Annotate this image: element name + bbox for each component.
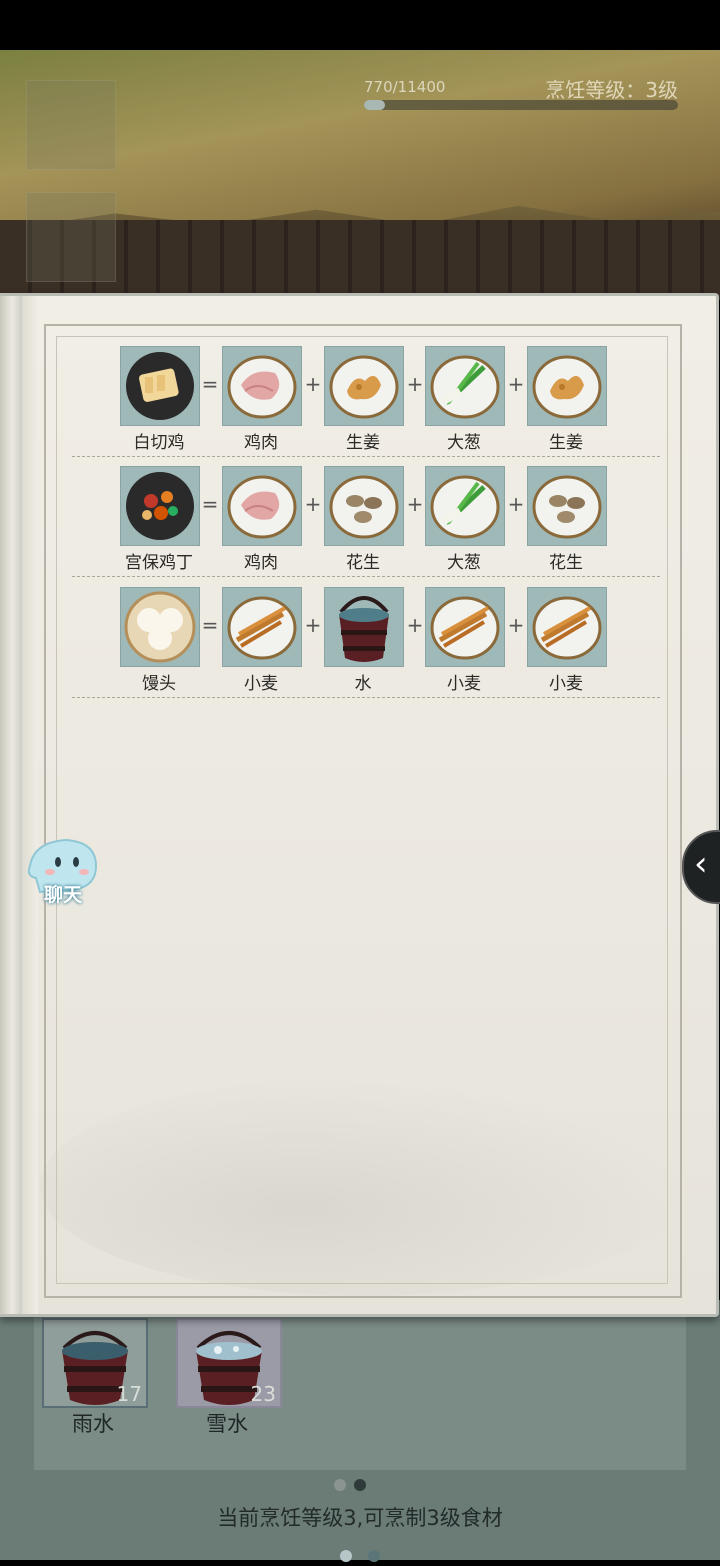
scallion-icon [430, 475, 500, 539]
ingredient-slot[interactable] [425, 466, 505, 546]
inventory-pager [330, 1476, 370, 1495]
plus-sign: + [304, 372, 322, 396]
plus-sign: + [507, 613, 525, 637]
ingredient-slot[interactable] [527, 346, 607, 426]
ingredient-label: 生姜 [346, 433, 380, 453]
recipe-book: 白切鸡 = 鸡肉 + 生姜 + 大葱 + 生姜宫保鸡丁 = 鸡肉 + 花生 + 大葱 + 花生馒头 = 小麦 + 水 + 小… [0, 293, 719, 1562]
dish-slot[interactable] [120, 346, 200, 426]
equals-sign: = [201, 613, 219, 637]
recipe-row: 宫保鸡丁 = 鸡肉 + 花生 + 大葱 + 花生 [72, 456, 660, 577]
chevron-left-icon: ‹ [694, 844, 708, 884]
ingredient-label: 小麦 [244, 674, 278, 694]
ingredient-slot[interactable] [324, 346, 404, 426]
dish-slot[interactable] [120, 587, 200, 667]
ingredient-slot[interactable] [425, 587, 505, 667]
inventory-item-rain-water[interactable]: 17 [42, 1318, 148, 1408]
ingredient-slot[interactable] [425, 346, 505, 426]
ingredient-label: 花生 [549, 553, 583, 573]
equals-sign: = [201, 372, 219, 396]
ingredient-label: 小麦 [549, 674, 583, 694]
ingredient-label: 花生 [346, 553, 380, 573]
dish-label: 宫保鸡丁 [125, 553, 193, 573]
inventory-page-dot-1[interactable] [334, 1479, 346, 1491]
ingredient-slot[interactable] [527, 466, 607, 546]
inventory-page-dot-2[interactable] [354, 1479, 366, 1491]
inventory-item-count: 17 [116, 1382, 142, 1406]
white-cut-chicken-icon [126, 352, 194, 420]
book-page-dot-2[interactable] [368, 1550, 380, 1562]
ingredient-label: 大葱 [447, 553, 481, 573]
plus-sign: + [304, 613, 322, 637]
ingredient-slot[interactable] [222, 587, 302, 667]
chat-label: 聊天 [43, 884, 82, 906]
peanut-icon [532, 475, 602, 539]
chat-button[interactable]: 聊天 [26, 836, 100, 906]
ingredient-slot[interactable] [324, 587, 404, 667]
inventory-item-label: 雨水 [72, 1412, 114, 1436]
xp-text: 770/11400 [364, 78, 446, 96]
inventory-item-snow-water[interactable]: 23 [176, 1318, 282, 1408]
chicken-meat-icon [227, 475, 297, 539]
chicken-meat-icon [227, 355, 297, 419]
inventory-item-count: 23 [250, 1382, 276, 1406]
ingredient-label: 生姜 [549, 433, 583, 453]
cooking-level-label: 烹饪等级：3级 [545, 78, 678, 102]
water-bucket-icon [339, 596, 389, 662]
plus-sign: + [406, 613, 424, 637]
wheat-icon [227, 596, 297, 660]
recipe-row: 白切鸡 = 鸡肉 + 生姜 + 大葱 + 生姜 [72, 336, 660, 457]
kung-pao-chicken-icon [126, 472, 194, 540]
dish-slot[interactable] [120, 466, 200, 546]
ginger-icon [532, 355, 602, 419]
plus-sign: + [304, 492, 322, 516]
ingredient-slot[interactable] [222, 466, 302, 546]
peanut-icon [329, 475, 399, 539]
dish-label: 白切鸡 [133, 433, 185, 453]
equals-sign: = [201, 492, 219, 516]
ingredient-slot[interactable] [324, 466, 404, 546]
book-page-dot-1[interactable] [340, 1550, 352, 1562]
cooking-level-note: 当前烹饪等级3,可烹制3级食材 [217, 1506, 503, 1530]
ingredient-label: 大葱 [447, 433, 481, 453]
steamed-bun-icon [124, 591, 196, 663]
wheat-icon [532, 596, 602, 660]
book-pager [332, 1547, 388, 1566]
ginger-icon [329, 355, 399, 419]
ingredient-label: 鸡肉 [244, 433, 278, 453]
book-spine [0, 296, 22, 1314]
dish-label: 馒头 [142, 674, 176, 694]
inventory-item-label: 雪水 [206, 1412, 248, 1436]
menu-slot-2[interactable] [26, 192, 116, 282]
plus-sign: + [406, 492, 424, 516]
ingredient-label: 水 [354, 674, 372, 694]
book-spine-shadow [22, 296, 38, 1314]
xp-progress-fill [364, 100, 386, 110]
ingredient-slot[interactable] [222, 346, 302, 426]
ink-landscape-decoration [40, 1076, 690, 1296]
ingredient-label: 鸡肉 [244, 553, 278, 573]
inventory-grid: 17 雨水 23 雪水 [34, 1300, 686, 1470]
status-bar [0, 0, 720, 50]
plus-sign: + [507, 372, 525, 396]
scallion-icon [430, 355, 500, 419]
plus-sign: + [507, 492, 525, 516]
wheat-icon [430, 596, 500, 660]
plus-sign: + [406, 372, 424, 396]
recipe-row: 馒头 = 小麦 + 水 + 小麦 + 小麦 [72, 577, 660, 698]
ingredient-label: 小麦 [447, 674, 481, 694]
menu-slot-1[interactable] [26, 80, 116, 170]
ingredient-slot[interactable] [527, 587, 607, 667]
